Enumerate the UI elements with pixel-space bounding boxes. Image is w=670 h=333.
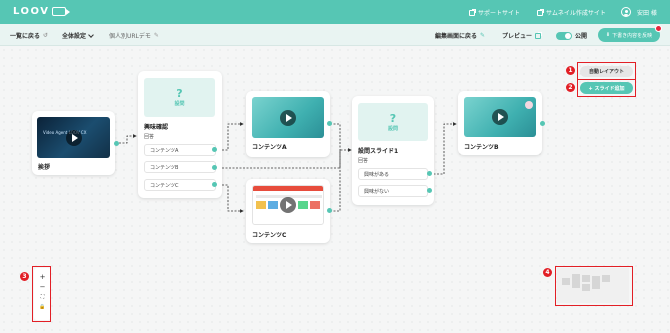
content-c-thumbnail	[252, 185, 324, 225]
answer-label: 回答	[358, 158, 369, 164]
edge-a-q1	[330, 123, 341, 150]
play-icon[interactable]	[280, 109, 296, 126]
output-port[interactable]	[327, 121, 332, 126]
output-port[interactable]	[212, 165, 217, 170]
question-card: ? 設問	[144, 78, 215, 117]
annotation-frame-1	[577, 62, 636, 80]
node-content-b[interactable]: コンテンツB	[458, 91, 542, 155]
option-content-c[interactable]: コンテンツC	[144, 179, 216, 191]
output-port[interactable]	[212, 147, 217, 152]
play-icon[interactable]	[492, 109, 508, 125]
node-content-a[interactable]: コンテンツA	[246, 91, 330, 157]
question-mark-icon: ?	[176, 87, 183, 100]
option-interested[interactable]: 興味がある	[358, 168, 428, 180]
greeting-thumbnail: Video Agent LOOV CX	[37, 117, 110, 158]
content-a-thumbnail	[252, 97, 324, 138]
question-card: ? 設問	[358, 103, 428, 141]
question-label: 設問	[174, 101, 185, 107]
question-mark-icon: ?	[389, 111, 397, 125]
question-label: 設問	[387, 125, 398, 132]
output-port[interactable]	[427, 188, 432, 193]
option-content-b[interactable]: コンテンツB	[144, 161, 216, 173]
annotation-badge-1: 1	[566, 66, 575, 75]
node-title: 設問スライド1	[358, 148, 399, 155]
option-content-a[interactable]: コンテンツA	[144, 144, 216, 156]
node-title: コンテンツA	[252, 144, 287, 151]
annotation-badge-2: 2	[566, 83, 575, 92]
node-title: 興味確認	[144, 124, 169, 131]
option-not-interested[interactable]: 興味がない	[358, 185, 428, 197]
web-header	[253, 186, 323, 191]
node-interest-check[interactable]: ? 設問 興味確認 回答 コンテンツA コンテンツB コンテンツC	[138, 71, 222, 198]
node-title: 挨拶	[38, 164, 51, 171]
avatar	[525, 101, 533, 109]
node-content-c[interactable]: コンテンツC	[246, 179, 330, 243]
annotation-badge-3: 3	[20, 272, 29, 281]
edge-greeting-interest	[119, 134, 137, 144]
answer-label: 回答	[144, 134, 155, 140]
annotation-badge-4: 4	[543, 268, 552, 277]
play-icon[interactable]	[65, 129, 82, 146]
node-greeting[interactable]: Video Agent LOOV CX 挨拶	[32, 111, 115, 175]
output-port[interactable]	[540, 121, 545, 126]
node-question-slide-1[interactable]: ? 設問 設問スライド1 回答 興味がある 興味がない	[352, 96, 434, 205]
output-port[interactable]	[427, 171, 432, 176]
output-port[interactable]	[212, 182, 217, 187]
node-title: コンテンツB	[464, 144, 499, 151]
play-icon[interactable]	[280, 197, 296, 213]
annotation-frame-2	[577, 79, 636, 97]
content-b-thumbnail	[464, 97, 536, 137]
output-port[interactable]	[327, 208, 332, 213]
output-port[interactable]	[114, 141, 119, 146]
annotation-frame-4	[555, 266, 633, 306]
annotation-frame-3	[32, 266, 51, 322]
edge-c-q1	[330, 150, 341, 212]
node-title: コンテンツC	[252, 232, 287, 239]
